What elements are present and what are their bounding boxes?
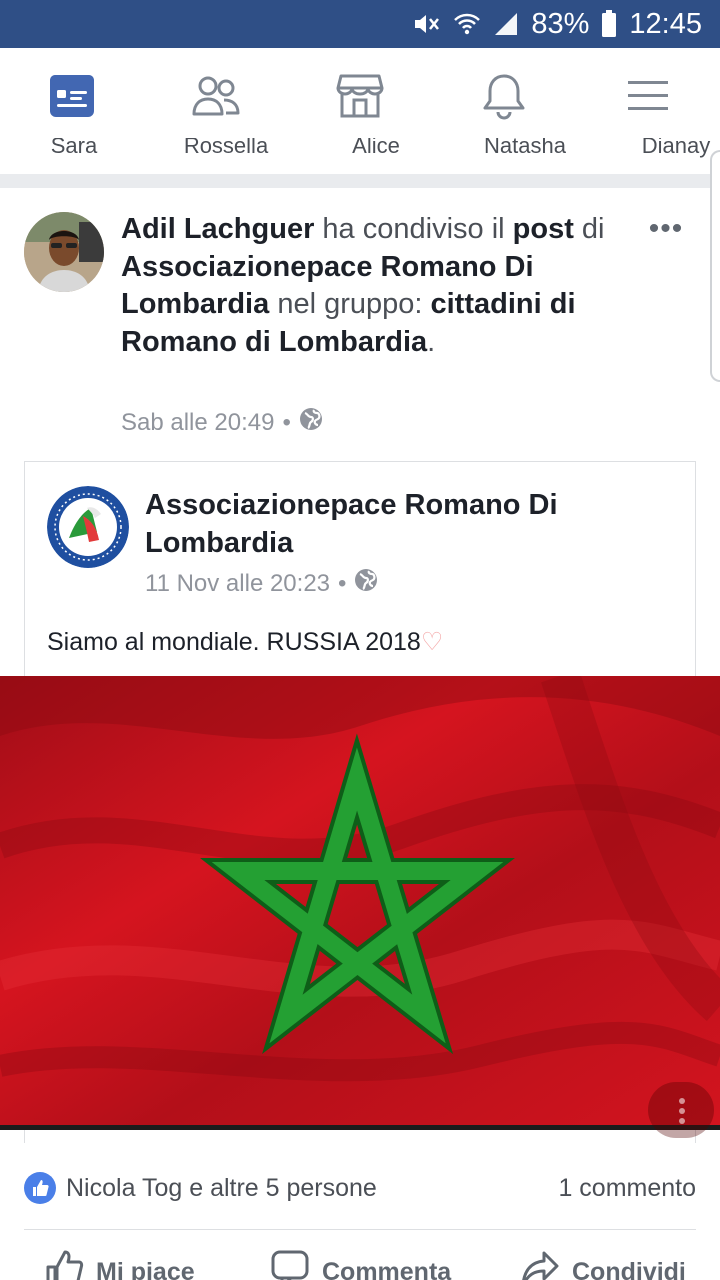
shared-post-text: Siamo al mondiale. RUSSIA 2018♡	[47, 627, 443, 657]
status-icons: 83% 12:45	[411, 0, 702, 48]
comment-label: Commenta	[322, 1257, 452, 1280]
post-link[interactable]: post	[513, 213, 574, 245]
feed-divider	[0, 174, 720, 188]
meta-separator: •	[282, 408, 291, 436]
status-bar: 83% 12:45	[0, 0, 720, 48]
story-name[interactable]: Alice	[352, 138, 400, 159]
period: .	[427, 325, 436, 358]
post-time[interactable]: Sab alle 20:49	[121, 409, 274, 437]
comments-count[interactable]: 1 commento	[558, 1168, 696, 1208]
image-bottom-edge	[0, 1125, 720, 1130]
heart-emoji: ♡	[420, 628, 444, 656]
more-icon[interactable]: •••	[646, 214, 686, 244]
like-label: Mi piace	[96, 1257, 195, 1280]
of-text: di	[581, 213, 605, 245]
shared-post-text-content: Siamo al mondiale. RUSSIA 2018	[47, 628, 421, 656]
post-meta: Sab alle 20:49 •	[121, 407, 323, 438]
share-icon	[520, 1249, 560, 1280]
share-button[interactable]: Condividi	[520, 1249, 686, 1280]
post-image[interactable]	[0, 676, 720, 1128]
marketplace-icon[interactable]	[334, 70, 386, 122]
globe-icon	[299, 407, 323, 438]
story-name[interactable]: Dianay	[642, 138, 710, 159]
top-navigation	[0, 48, 720, 144]
battery-icon	[601, 10, 617, 38]
comment-icon	[270, 1249, 310, 1280]
notifications-icon[interactable]	[478, 70, 530, 122]
post-header: Adil Lachguer ha condiviso il post di As…	[121, 211, 641, 361]
action-divider	[24, 1229, 696, 1230]
in-group-text: nel gruppo:	[277, 288, 423, 320]
battery-text: 83%	[531, 7, 590, 40]
story-name[interactable]: Natasha	[484, 138, 566, 159]
story-name[interactable]: Rossella	[184, 138, 268, 159]
like-badge-icon	[24, 1172, 56, 1204]
comment-button[interactable]: Commenta	[270, 1249, 452, 1280]
share-label: Condividi	[572, 1257, 686, 1280]
story-name[interactable]: Sara	[51, 138, 97, 159]
wifi-icon	[453, 11, 481, 37]
shared-action-text: ha condiviso il	[322, 213, 505, 245]
media-options-icon[interactable]	[648, 1082, 714, 1138]
author-avatar[interactable]	[24, 212, 104, 292]
mute-icon	[411, 11, 441, 37]
author-name[interactable]: Adil Lachguer	[121, 213, 314, 245]
reactions-text: Nicola Tog e altre 5 persone	[66, 1173, 377, 1202]
clock: 12:45	[629, 7, 702, 40]
page-logo[interactable]	[47, 486, 129, 568]
shared-post-meta: 11 Nov alle 20:23 •	[145, 568, 378, 599]
reactions-summary[interactable]: Nicola Tog e altre 5 persone	[24, 1168, 377, 1208]
news-feed-icon[interactable]	[46, 70, 98, 122]
stories-strip[interactable]: Sara Rossella Alice Natasha Dianay	[0, 138, 720, 164]
signal-icon	[493, 11, 519, 37]
meta-separator: •	[338, 569, 347, 597]
shared-page-name[interactable]: Associazionepace Romano Di Lombardia	[145, 486, 665, 562]
friends-icon[interactable]	[190, 70, 242, 122]
shared-post-time[interactable]: 11 Nov alle 20:23	[145, 570, 330, 598]
globe-icon	[354, 568, 378, 599]
scroll-handle[interactable]	[710, 150, 720, 382]
like-button[interactable]: Mi piace	[44, 1249, 195, 1280]
menu-icon[interactable]	[622, 70, 674, 122]
thumbs-up-icon	[44, 1249, 84, 1280]
